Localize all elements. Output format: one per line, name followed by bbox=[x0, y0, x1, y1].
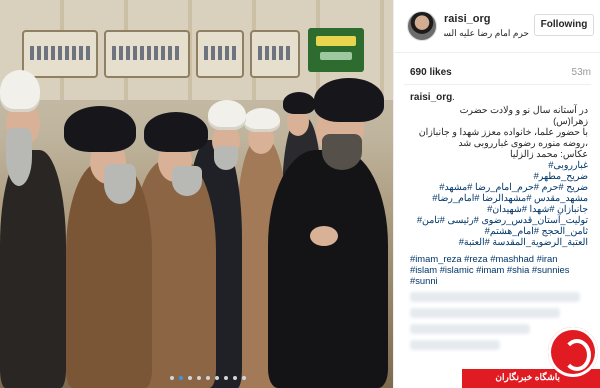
hashtag-line[interactable]: #islam #islamic #imam #shia #sunnies bbox=[410, 264, 590, 275]
blurred-comment bbox=[410, 340, 500, 350]
beard bbox=[172, 166, 202, 196]
beard bbox=[214, 146, 238, 170]
carousel-dots bbox=[170, 376, 246, 380]
caption-username[interactable]: raisi_org bbox=[410, 92, 452, 103]
white-turban bbox=[208, 100, 246, 130]
hashtag-line[interactable]: #sunni bbox=[410, 275, 590, 286]
beard bbox=[6, 128, 32, 186]
caption-line: زهرا(س) bbox=[553, 115, 588, 126]
hashtag-line[interactable]: مشهد_مقدس #مشهدالرضا #امام_رضا# bbox=[408, 192, 588, 203]
blurred-comment bbox=[410, 292, 580, 302]
blurred-comment bbox=[410, 324, 530, 334]
carousel-dot bbox=[215, 376, 219, 380]
carousel-dot bbox=[233, 376, 237, 380]
carousel-dot bbox=[242, 376, 246, 380]
hashtag-line[interactable]: العتبة_الرضوية_المقدسة #العتبة# bbox=[408, 236, 588, 247]
hashtag-line[interactable]: تولیت_آستان_قدس_رضوی #رئیسی #تامن# bbox=[408, 214, 588, 225]
white-turban bbox=[244, 108, 280, 132]
post-time: 53m bbox=[571, 67, 591, 78]
caption-line: با حضور علما، خانواده معزز شهدا و جانباز… bbox=[418, 126, 588, 137]
caption-line: عکاس: محمد زالزلیا bbox=[509, 148, 588, 159]
carousel-dot bbox=[224, 376, 228, 380]
calligraphy-panel bbox=[196, 30, 244, 78]
avatar[interactable] bbox=[407, 11, 437, 41]
hashtag-line[interactable]: جانبازان #شهدا #شهیدان# bbox=[408, 203, 588, 214]
post-photo[interactable] bbox=[0, 0, 393, 388]
watermark-text: باشگاه خبرنگاران bbox=[495, 372, 560, 382]
carousel-dot bbox=[188, 376, 192, 380]
username[interactable]: raisi_org bbox=[444, 13, 490, 25]
hashtag-line[interactable]: غبارروبی# bbox=[408, 159, 588, 170]
exit-sign bbox=[308, 28, 364, 72]
hashtag-line[interactable]: ضریح_مطهر# bbox=[408, 170, 588, 181]
post-header: raisi_org حرم امام رضا علیه السلام Follo… bbox=[394, 0, 600, 53]
hashtag-line[interactable]: ضریح #حرم #حرم_امام_رضا #مشهد# bbox=[408, 181, 588, 192]
caption-dot: . bbox=[452, 92, 455, 103]
location[interactable]: حرم امام رضا علیه السلام bbox=[444, 28, 529, 39]
blurred-comment bbox=[410, 308, 560, 318]
likes-count[interactable]: 690 likes bbox=[410, 67, 452, 78]
carousel-dot bbox=[206, 376, 210, 380]
white-turban bbox=[0, 70, 40, 112]
caption-line: ،روضه منوره رضوی غبارروبی شد bbox=[458, 137, 588, 148]
calligraphy-panel bbox=[104, 30, 190, 78]
carousel-dot bbox=[170, 376, 174, 380]
carousel-dot bbox=[197, 376, 201, 380]
hashtag-line[interactable]: ثامن_الحجج #امام_هشتم# bbox=[408, 225, 588, 236]
calligraphy-panel bbox=[250, 30, 300, 78]
beard bbox=[322, 134, 362, 170]
person bbox=[0, 150, 66, 388]
black-turban bbox=[314, 78, 384, 122]
yjc-logo-icon bbox=[548, 327, 598, 377]
hashtag-line[interactable]: #imam_reza #reza #mashhad #iran bbox=[410, 253, 590, 264]
black-turban bbox=[144, 112, 208, 152]
beard bbox=[104, 164, 136, 204]
divider bbox=[404, 84, 591, 85]
calligraphy-panel bbox=[22, 30, 98, 78]
caption-line: در آستانه سال نو و ولادت حضرت bbox=[459, 104, 588, 115]
person-main bbox=[268, 150, 388, 388]
carousel-dot-active bbox=[179, 376, 183, 380]
hand bbox=[310, 226, 338, 246]
black-turban bbox=[64, 106, 136, 152]
black-turban bbox=[283, 92, 315, 114]
following-button[interactable]: Following bbox=[534, 14, 594, 36]
